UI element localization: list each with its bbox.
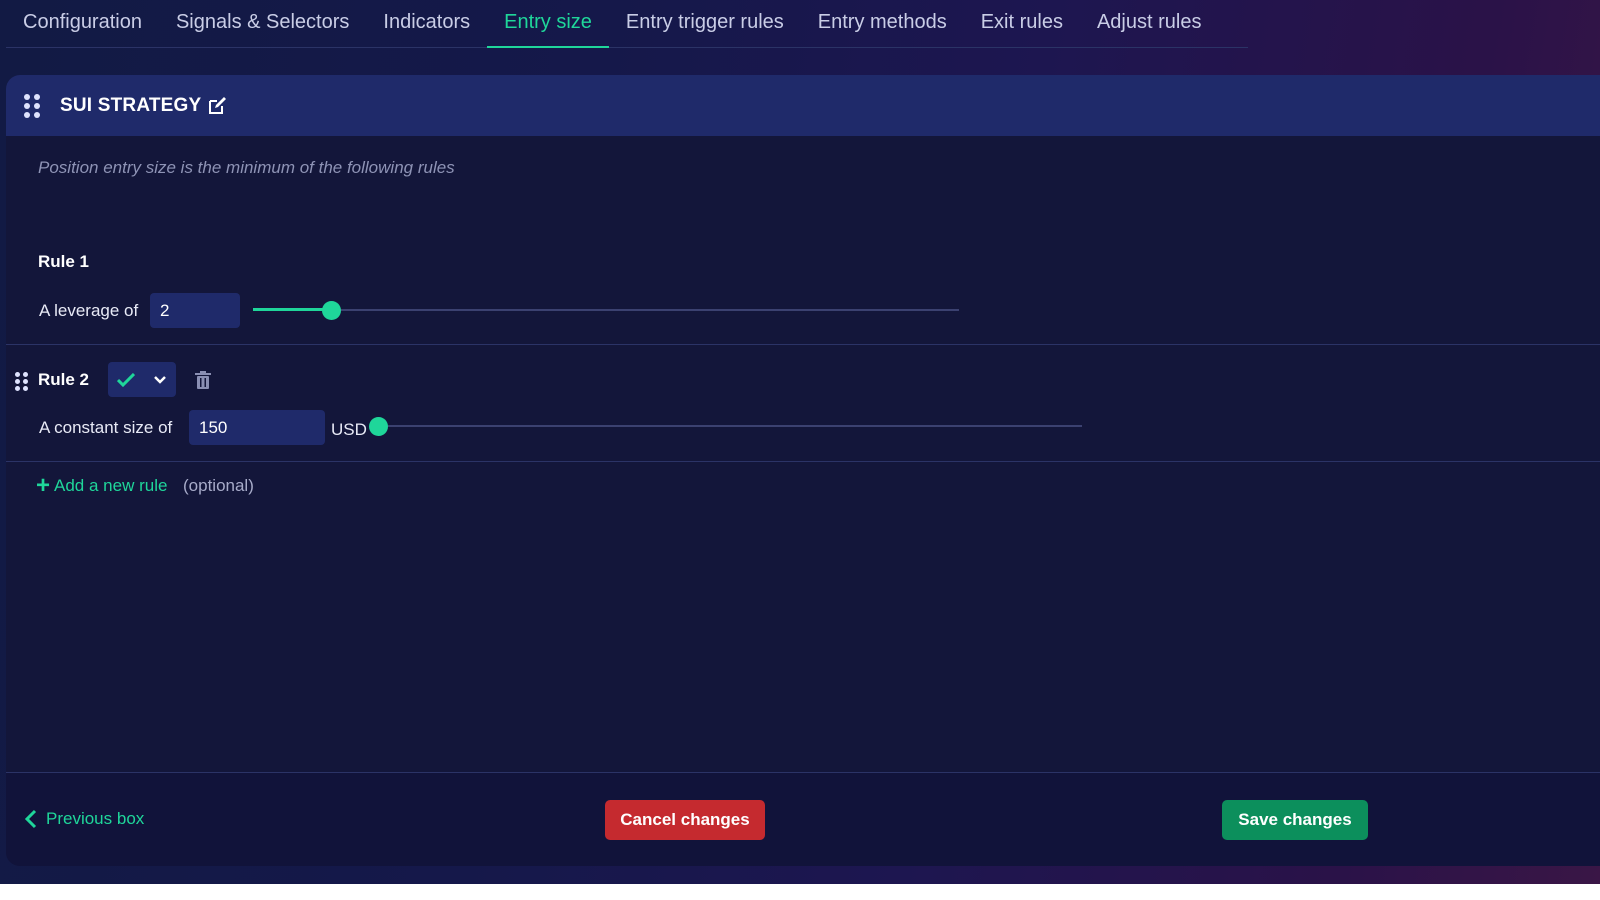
rule-1-label: A leverage of: [39, 301, 139, 320]
tab-configuration[interactable]: Configuration: [6, 0, 159, 48]
strategy-panel: SUI STRATEGY Position entry size is the …: [6, 75, 1600, 866]
constant-size-slider[interactable]: [369, 416, 1082, 436]
check-icon: [117, 372, 135, 387]
divider: [6, 461, 1600, 462]
previous-box-link[interactable]: Previous box: [24, 809, 144, 829]
tab-entry-methods[interactable]: Entry methods: [801, 0, 964, 48]
plus-icon: +: [36, 472, 51, 499]
constant-size-input[interactable]: [189, 410, 325, 445]
leverage-slider[interactable]: [253, 300, 959, 320]
slider-thumb[interactable]: [369, 417, 388, 436]
rule-status-select[interactable]: [108, 362, 176, 397]
slider-fill: [253, 308, 331, 311]
chevron-left-icon: [24, 809, 37, 829]
edit-icon[interactable]: [207, 96, 227, 116]
page-bottom-strip: [0, 884, 1600, 900]
cancel-changes-button[interactable]: Cancel changes: [605, 800, 765, 840]
trash-icon[interactable]: [192, 369, 214, 391]
tab-signals-selectors[interactable]: Signals & Selectors: [159, 0, 366, 48]
add-rule-link[interactable]: + Add a new rule: [36, 472, 168, 499]
rule-2-title: Rule 2: [38, 370, 90, 389]
panel-footer: Previous box Cancel changes Save changes: [6, 773, 1600, 866]
chevron-down-icon: [154, 375, 166, 384]
previous-box-label: Previous box: [46, 809, 145, 828]
panel-title: SUI STRATEGY: [60, 94, 202, 116]
panel-header: SUI STRATEGY: [6, 75, 1600, 136]
rules-hint: Position entry size is the minimum of th…: [38, 158, 455, 177]
drag-handle-icon[interactable]: [24, 93, 40, 118]
rule-2-drag-handle-icon[interactable]: [15, 372, 31, 391]
rule-1-title: Rule 1: [38, 252, 90, 271]
tab-indicators[interactable]: Indicators: [366, 0, 487, 48]
rule-2-label: A constant size of: [39, 418, 173, 437]
save-changes-button[interactable]: Save changes: [1222, 800, 1368, 840]
currency-label: USD: [331, 420, 367, 439]
slider-track: [378, 425, 1082, 427]
divider: [6, 344, 1600, 345]
leverage-input[interactable]: [150, 293, 240, 328]
slider-track: [253, 309, 959, 311]
tab-entry-size[interactable]: Entry size: [487, 0, 609, 48]
slider-thumb[interactable]: [321, 301, 341, 320]
rules-content: Position entry size is the minimum of th…: [6, 136, 1600, 773]
tab-entry-trigger-rules[interactable]: Entry trigger rules: [609, 0, 801, 48]
optional-label: (optional): [183, 476, 254, 495]
tab-adjust-rules[interactable]: Adjust rules: [1080, 0, 1219, 48]
tab-bar: Configuration Signals & Selectors Indica…: [6, 0, 1248, 48]
add-rule-label: Add a new rule: [54, 476, 168, 495]
tab-exit-rules[interactable]: Exit rules: [964, 0, 1080, 48]
